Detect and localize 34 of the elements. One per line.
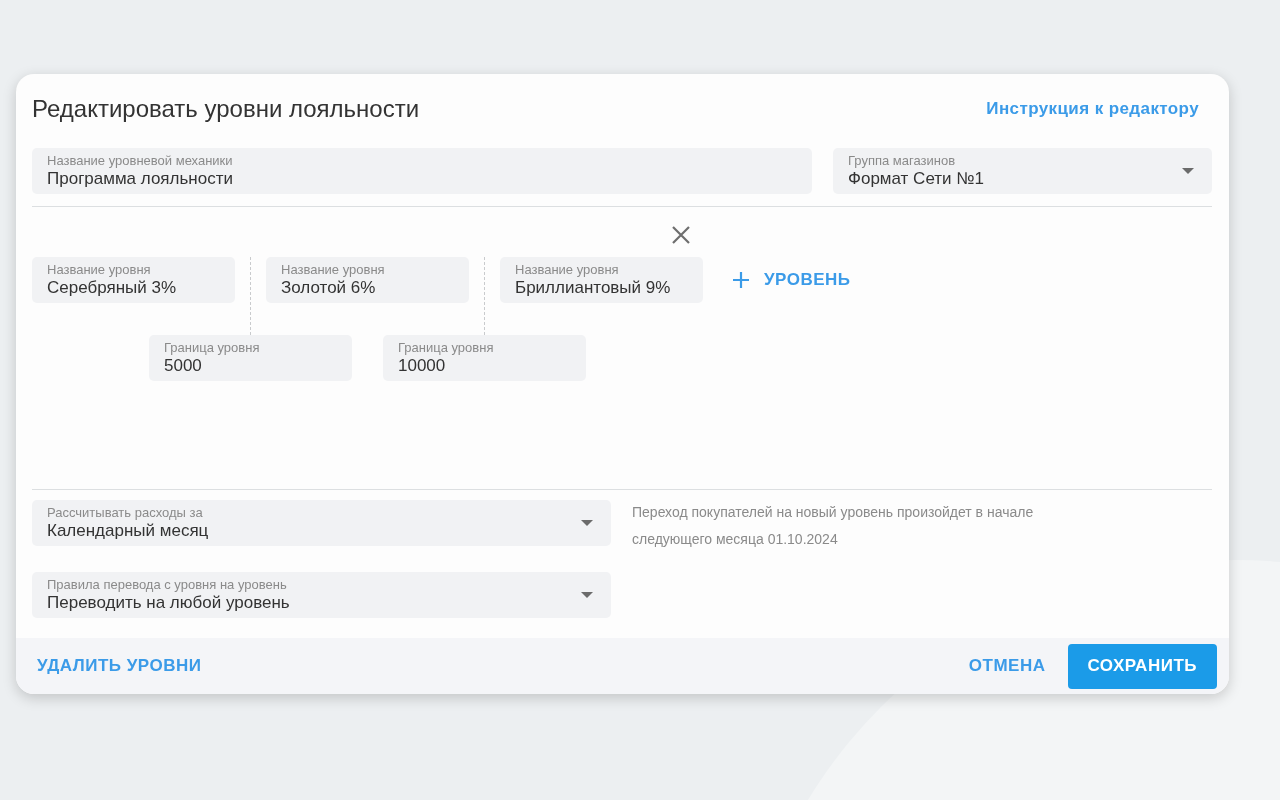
field-value: 10000 <box>398 355 447 377</box>
select-field[interactable]: Правила перевода с уровня на уровень Переводить на любой уровень <box>32 572 611 618</box>
field-value: Календарный месяц <box>47 520 210 542</box>
select-field[interactable]: Группа магазинов Формат Сети №1 <box>833 148 1212 194</box>
text-field[interactable]: Граница уровня 5000 <box>149 335 352 381</box>
text-field[interactable]: Название уровня Золотой 6% <box>266 257 469 303</box>
text-field[interactable]: Название уровня Серебряный 3% <box>32 257 235 303</box>
dialog-title: Редактировать уровни лояльности <box>32 94 420 124</box>
field-label: Название уровня <box>47 262 152 277</box>
field-label: Название уровневой механики <box>47 153 234 168</box>
text-field[interactable]: Граница уровня 10000 <box>383 335 586 381</box>
field-label: Правила перевода с уровня на уровень <box>47 577 288 592</box>
plus-icon <box>733 272 749 288</box>
caret-icon <box>581 592 593 598</box>
field-value: Переводить на любой уровень <box>47 592 291 614</box>
field-label: Название уровня <box>281 262 386 277</box>
field-value: Бриллиантовый 9% <box>515 277 672 299</box>
text-field[interactable]: Название уровневой механики Программа лояльности <box>32 148 812 194</box>
field-value: Серебряный 3% <box>47 277 178 299</box>
field-value: Программа лояльности <box>47 168 234 190</box>
caret-icon <box>1182 168 1194 174</box>
close-icon[interactable] <box>671 225 691 245</box>
text-field[interactable]: Название уровня Бриллиантовый 9% <box>500 257 703 303</box>
field-value: Формат Сети №1 <box>848 168 985 190</box>
select-field[interactable]: Рассчитывать расходы за Календарный месяц <box>32 500 611 546</box>
field-label: Рассчитывать расходы за <box>47 505 204 520</box>
field-value: 5000 <box>164 355 203 377</box>
field-value: Золотой 6% <box>281 277 377 299</box>
info-note: Переход покупателей на новый уровень произойдет в начале следующего месяца 01.10.2024 <box>632 503 1035 549</box>
field-label: Граница уровня <box>164 340 261 355</box>
caret-icon <box>581 520 593 526</box>
field-label: Граница уровня <box>398 340 495 355</box>
field-label: Название уровня <box>515 262 620 277</box>
field-label: Группа магазинов <box>848 153 957 168</box>
